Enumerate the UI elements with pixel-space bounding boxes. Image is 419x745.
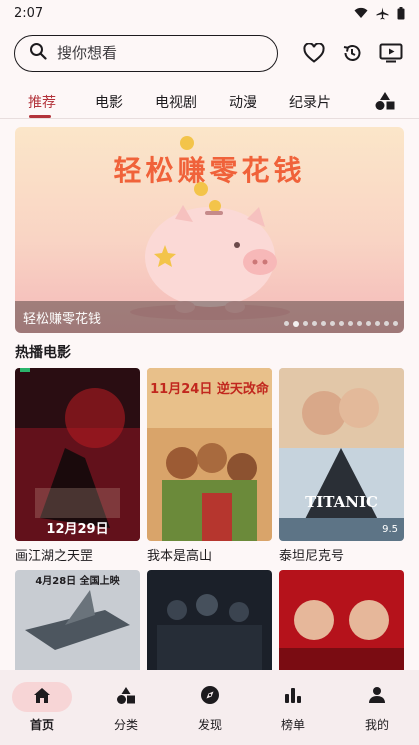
history-icon[interactable] — [341, 42, 363, 64]
movie-poster-4[interactable]: 4月28日 全国上映 — [15, 570, 140, 670]
nav-label: 我的 — [364, 718, 389, 732]
nav-pill — [263, 682, 323, 712]
nav-pill — [180, 682, 240, 712]
banner-dot[interactable] — [357, 321, 362, 326]
movie-poster-1[interactable]: 12月29日 — [15, 368, 140, 541]
banner-dot[interactable] — [348, 321, 353, 326]
banner-dot[interactable] — [312, 321, 317, 326]
tab-movie[interactable]: 电影 — [95, 92, 123, 112]
movie-poster-2[interactable]: 11月24日 逆天改命 — [147, 368, 272, 541]
nav-pill — [96, 682, 156, 712]
banner-dot[interactable] — [366, 321, 371, 326]
favorite-heart-icon[interactable] — [303, 43, 325, 63]
home-icon — [33, 687, 51, 708]
status-bar: 2:07 — [0, 0, 419, 26]
nav-mine[interactable]: 我的 — [335, 670, 419, 745]
wifi-icon — [354, 7, 368, 19]
banner-dot[interactable] — [321, 321, 326, 326]
person-icon — [368, 686, 386, 708]
poster-image — [279, 368, 404, 541]
tab-anime[interactable]: 动漫 — [229, 92, 257, 112]
tabs-divider — [0, 118, 419, 119]
movie-title-2[interactable]: 我本是高山 — [147, 545, 212, 564]
movie-rating: 9.5 — [382, 524, 398, 535]
poster-text: 4月28日 全国上映 — [35, 576, 120, 587]
search-icon — [29, 42, 47, 64]
search-input[interactable] — [57, 44, 247, 62]
banner-dot[interactable] — [375, 321, 380, 326]
poster-text: 12月29日 — [46, 522, 109, 537]
movie-poster-5[interactable] — [147, 570, 272, 670]
airplane-icon — [376, 7, 389, 20]
movie-poster-6[interactable] — [279, 570, 404, 670]
search-row — [14, 34, 405, 72]
chart-icon — [284, 686, 302, 708]
tab-documentary[interactable]: 纪录片 — [289, 92, 331, 112]
banner-dot[interactable] — [293, 321, 299, 327]
poster-image — [147, 570, 272, 670]
promo-banner[interactable]: 轻松赚零花钱 轻松赚零花钱 — [15, 127, 404, 333]
nav-ranking[interactable]: 榜单 — [251, 670, 335, 745]
nav-category[interactable]: 分类 — [84, 670, 168, 745]
poster-text: 11月24日 逆天改命 — [150, 382, 269, 397]
compass-icon — [200, 685, 220, 709]
banner-caption: 轻松赚零花钱 — [23, 311, 102, 327]
poster-text: TITANIC — [305, 493, 378, 511]
poster-image — [15, 368, 140, 541]
section-title-hot-movies: 热播电影 — [15, 345, 71, 361]
banner-dot[interactable] — [330, 321, 335, 326]
banner-caption-bar: 轻松赚零花钱 — [15, 301, 404, 333]
nav-pill — [12, 682, 72, 712]
bottom-navigation: 首页 分类 发现 榜单 我的 — [0, 670, 419, 745]
nav-label: 分类 — [113, 718, 138, 732]
banner-dot[interactable] — [303, 321, 308, 326]
nav-label: 首页 — [29, 718, 54, 732]
tab-recommend[interactable]: 推荐 — [28, 92, 56, 112]
nav-label: 榜单 — [280, 718, 305, 732]
battery-icon — [397, 6, 405, 20]
category-icon — [116, 686, 136, 709]
movie-poster-3[interactable]: TITANIC 9.5 — [279, 368, 404, 541]
banner-dot[interactable] — [284, 321, 289, 326]
category-shapes-icon[interactable] — [374, 91, 396, 115]
nav-home[interactable]: 首页 — [0, 670, 84, 745]
tv-play-icon[interactable] — [379, 43, 403, 63]
banner-dot[interactable] — [393, 321, 398, 326]
banner-dot[interactable] — [339, 321, 344, 326]
nav-discover[interactable]: 发现 — [168, 670, 252, 745]
movie-title-3[interactable]: 泰坦尼克号 — [279, 545, 344, 564]
nav-label: 发现 — [197, 718, 222, 732]
movie-title-1[interactable]: 画江湖之天罡 — [15, 545, 93, 564]
banner-dot[interactable] — [384, 321, 389, 326]
tab-tv-series[interactable]: 电视剧 — [155, 92, 197, 112]
top-actions — [303, 42, 405, 64]
category-tabs: 推荐 电影 电视剧 动漫 纪录片 — [0, 88, 419, 118]
status-icons — [354, 6, 405, 20]
search-box[interactable] — [14, 34, 278, 72]
status-time: 2:07 — [14, 5, 44, 21]
banner-page-dots — [284, 321, 398, 327]
nav-pill — [347, 682, 407, 712]
poster-image — [279, 570, 404, 670]
